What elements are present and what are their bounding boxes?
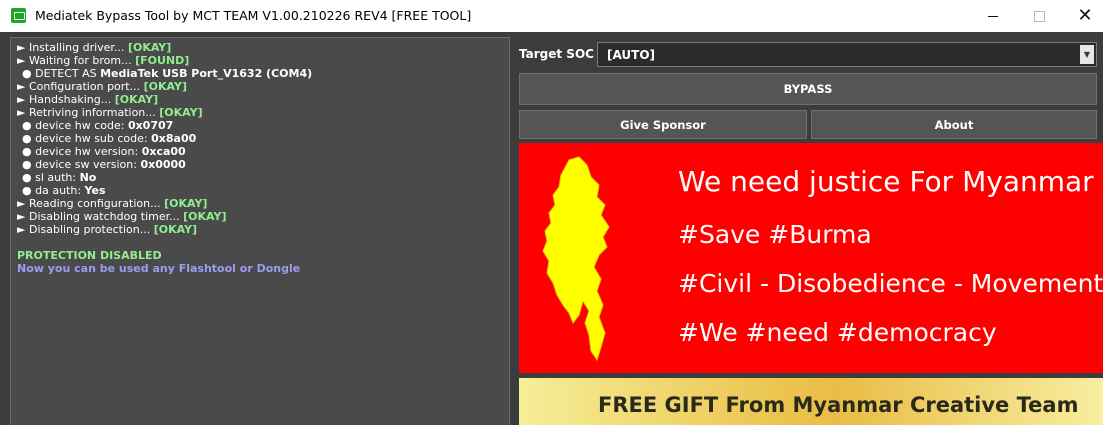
log-text: DETECT AS [35,67,101,80]
log-value: 0x0000 [140,158,186,171]
close-button[interactable]: ✕ [1062,0,1103,32]
log-line: ► Retriving information... [OKAY] [17,106,509,119]
log-line: ● device hw sub code: 0x8a00 [17,132,509,145]
log-bullet: ► [17,197,29,210]
log-line: ● device hw code: 0x0707 [17,119,509,132]
justice-banner: We need justice For Myanmar #Save #Burma… [519,143,1103,373]
give-sponsor-button[interactable]: Give Sponsor [519,110,807,139]
log-status: [OKAY] [127,41,172,54]
target-soc-value: [AUTO] [607,48,656,62]
minimize-button[interactable] [970,0,1016,32]
log-spacer [17,236,509,249]
banner-hashtag-2: #Civil - Disobedience - Movement [678,269,1103,298]
myanmar-map-icon [542,156,610,362]
log-bullet: ► [17,93,29,106]
log-text: device sw version: [35,158,141,171]
log-bullet: ● [22,67,36,80]
window-title: Mediatek Bypass Tool by MCT TEAM V1.00.2… [35,8,472,23]
log-value: No [79,171,97,184]
log-bullet: ● [22,119,36,132]
log-status: [OKAY] [114,93,159,106]
log-bullet: ► [17,210,29,223]
log-bullet: ► [17,54,29,67]
log-text: Retriving information... [28,106,160,119]
log-value: MediaTek USB Port_V1632 (COM4) [100,67,313,80]
log-panel[interactable]: ► Installing driver... [OKAY] ► Waiting f… [10,37,510,425]
banner-headline: We need justice For Myanmar [678,165,1094,198]
log-bullet: ► [17,223,29,236]
bypass-button[interactable]: BYPASS [519,73,1097,105]
free-gift-text: FREE GIFT From Myanmar Creative Team [598,393,1079,417]
log-value: Yes [84,184,106,197]
result-title: PROTECTION DISABLED [17,249,162,262]
maximize-icon [1033,10,1045,22]
log-bullet: ► [17,41,29,54]
target-soc-select[interactable]: [AUTO] ▼ [597,42,1097,67]
log-line: ► Disabling protection... [OKAY] [17,223,509,236]
log-lines: ► Installing driver... [OKAY] ► Waiting f… [17,41,509,236]
title-bar: Mediatek Bypass Tool by MCT TEAM V1.00.2… [0,0,1103,32]
log-status: [OKAY] [164,197,208,210]
log-line: ● da auth: Yes [17,184,509,197]
log-text: Waiting for brom... [28,54,136,67]
log-line: ● DETECT AS MediaTek USB Port_V1632 (COM… [17,67,509,80]
target-soc-label: Target SOC [519,47,594,61]
banner-hashtag-1: #Save #Burma [678,220,872,249]
log-text: Installing driver... [28,41,128,54]
log-status: [OKAY] [159,106,203,119]
log-line: ► Reading configuration... [OKAY] [17,197,509,210]
log-bullet: ● [22,158,36,171]
log-line: ► Handshaking... [OKAY] [17,93,509,106]
log-bullet: ► [17,80,29,93]
log-text: Reading configuration... [28,197,165,210]
log-line: ● sl auth: No [17,171,509,184]
log-status: [OKAY] [153,223,198,236]
result-message: Now you can be used any Flashtool or Don… [17,262,301,275]
log-line: ► Disabling watchdog timer... [OKAY] [17,210,509,223]
log-text: device hw code: [35,119,128,132]
log-text: device hw version: [35,145,142,158]
log-bullet: ● [22,132,36,145]
log-bullet: ● [22,145,36,158]
log-text: Disabling protection... [28,223,154,236]
log-text: sl auth: [35,171,80,184]
log-text: Handshaking... [28,93,115,106]
log-line: ● device hw version: 0xca00 [17,145,509,158]
about-button[interactable]: About [811,110,1097,139]
banner-hashtag-3: #We #need #democracy [678,318,997,347]
close-icon: ✕ [1077,5,1093,26]
log-status: [OKAY] [183,210,227,223]
log-text: device hw sub code: [35,132,152,145]
log-bullet: ● [22,171,36,184]
log-line: ► Waiting for brom... [FOUND] [17,54,509,67]
log-line: ● device sw version: 0x0000 [17,158,509,171]
app-icon [11,8,26,23]
log-status: [OKAY] [143,80,187,93]
dropdown-arrow-icon[interactable]: ▼ [1080,45,1094,64]
minimize-icon [988,15,998,17]
log-value: 0x8a00 [151,132,197,145]
log-value: 0x0707 [127,119,174,132]
log-bullet: ● [22,184,36,197]
log-text: Disabling watchdog timer... [28,210,184,223]
log-status: [FOUND] [135,54,190,67]
log-line: ► Installing driver... [OKAY] [17,41,509,54]
free-gift-banner: FREE GIFT From Myanmar Creative Team [519,378,1103,425]
log-value: 0xca00 [141,145,186,158]
maximize-button[interactable] [1016,0,1062,32]
log-text: da auth: [35,184,85,197]
log-text: Configuration port... [28,80,144,93]
log-bullet: ► [17,106,29,119]
log-line: ► Configuration port... [OKAY] [17,80,509,93]
